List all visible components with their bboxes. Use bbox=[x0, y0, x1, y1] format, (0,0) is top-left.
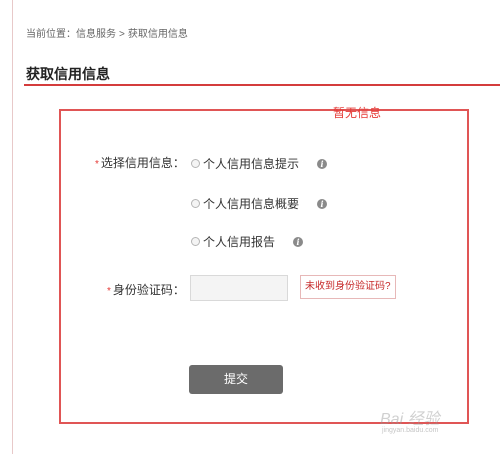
credit-select-label: * 选择信用信息： bbox=[95, 156, 185, 170]
watermark-logo: Bai 经验 bbox=[380, 411, 440, 428]
option-credit-report-label: 个人信用报告 bbox=[203, 235, 276, 249]
no-code-link[interactable]: 未收到身份验证码? bbox=[300, 275, 396, 299]
option-credit-summary-label: 个人信用信息概要 bbox=[203, 197, 300, 211]
breadcrumb: 当前位置：信息服务 > 获取信用信息 bbox=[26, 25, 188, 40]
info-icon[interactable]: i bbox=[317, 198, 328, 209]
id-code-input[interactable] bbox=[190, 275, 288, 301]
breadcrumb-separator: > bbox=[119, 29, 125, 40]
page-title: 获取信用信息 bbox=[26, 66, 110, 82]
option-credit-report[interactable]: 个人信用报告 i bbox=[191, 233, 304, 250]
breadcrumb-item-info-service[interactable]: 信息服务 bbox=[76, 29, 116, 40]
breadcrumb-item-current: 获取信用信息 bbox=[127, 29, 188, 40]
breadcrumb-prefix: 当前位置： bbox=[26, 29, 76, 40]
info-icon[interactable]: i bbox=[293, 236, 304, 247]
left-divider bbox=[12, 0, 13, 454]
info-icon[interactable]: i bbox=[317, 158, 328, 169]
radio-credit-report[interactable] bbox=[191, 237, 200, 246]
option-credit-summary[interactable]: 个人信用信息概要 i bbox=[191, 195, 328, 212]
title-underline bbox=[24, 84, 500, 86]
option-credit-hint[interactable]: 个人信用信息提示 i bbox=[191, 155, 328, 172]
required-mark: * bbox=[95, 159, 99, 170]
radio-credit-hint[interactable] bbox=[191, 159, 200, 168]
required-mark: * bbox=[107, 286, 111, 297]
option-credit-hint-label: 个人信用信息提示 bbox=[203, 157, 300, 171]
no-info-notice: 暂无信息 bbox=[333, 106, 382, 120]
radio-credit-summary[interactable] bbox=[191, 199, 200, 208]
id-code-label: * 身份验证码： bbox=[107, 283, 185, 297]
submit-button[interactable]: 提交 bbox=[189, 365, 283, 394]
watermark-url: jingyan.baidu.com bbox=[382, 427, 439, 434]
